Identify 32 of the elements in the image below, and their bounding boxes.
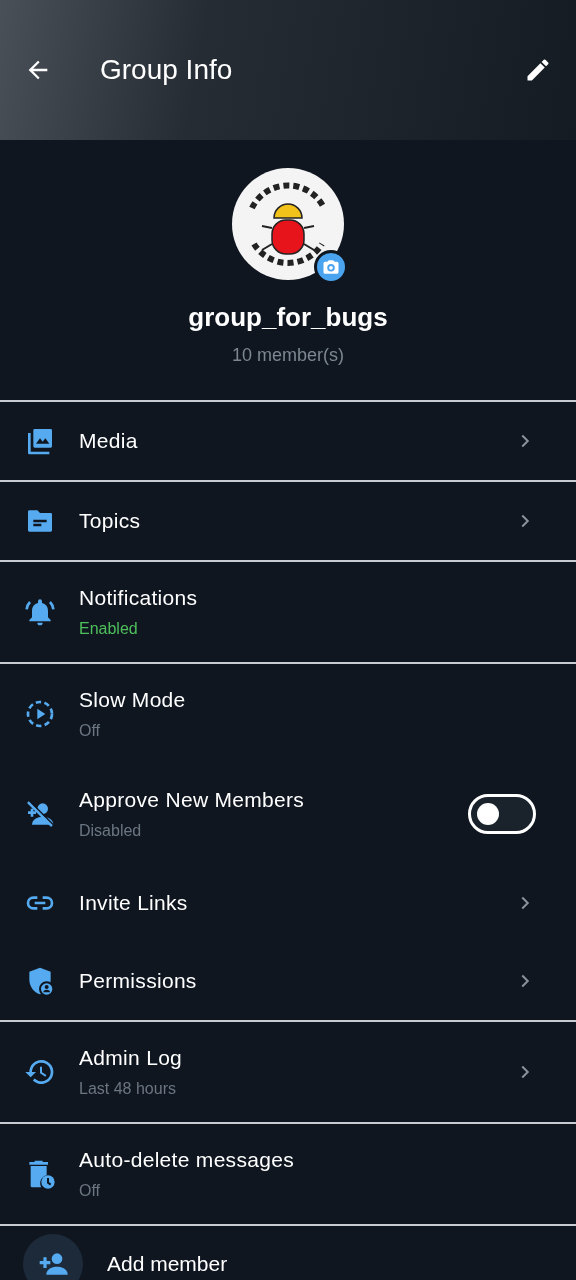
item-title: Invite Links [79,891,189,915]
settings-item[interactable]: Topics [0,482,576,560]
item-status: Last 48 hours [79,1080,177,1098]
bell-icon [24,596,56,628]
item-status: Off [79,1182,102,1200]
item-status: Disabled [79,822,143,840]
settings-item[interactable]: Invite Links [0,864,576,942]
item-status: Enabled [79,620,139,638]
item-status: Off [79,722,102,740]
settings-item[interactable]: Permissions [0,942,576,1020]
group-name: group_for_bugs [188,302,388,333]
item-title: Notifications [79,586,199,610]
settings-item[interactable]: Approve New Members Disabled [0,764,576,864]
item-title: Topics [79,509,142,533]
settings-item[interactable]: Media [0,402,576,480]
add-person-icon [23,1234,83,1280]
settings-item[interactable]: Slow Mode Off [0,664,576,764]
item-title: Admin Log [79,1046,184,1070]
add-member-label: Add member [107,1252,228,1276]
item-title: Slow Mode [79,688,187,712]
item-title: Permissions [79,969,198,993]
settings-item[interactable]: Admin Log Last 48 hours [0,1022,576,1122]
page-title: Group Info [100,54,234,86]
item-title: Media [79,429,139,453]
item-title: Approve New Members [79,788,306,812]
settings-item[interactable]: Auto-delete messages Off [0,1124,576,1224]
add-member-item[interactable]: Add member [0,1226,576,1280]
settings-item[interactable]: Notifications Enabled [0,562,576,662]
item-title: Auto-delete messages [79,1148,295,1172]
toggle-switch[interactable] [468,794,536,834]
member-count: 10 member(s) [232,345,344,366]
timer-icon [24,698,56,730]
